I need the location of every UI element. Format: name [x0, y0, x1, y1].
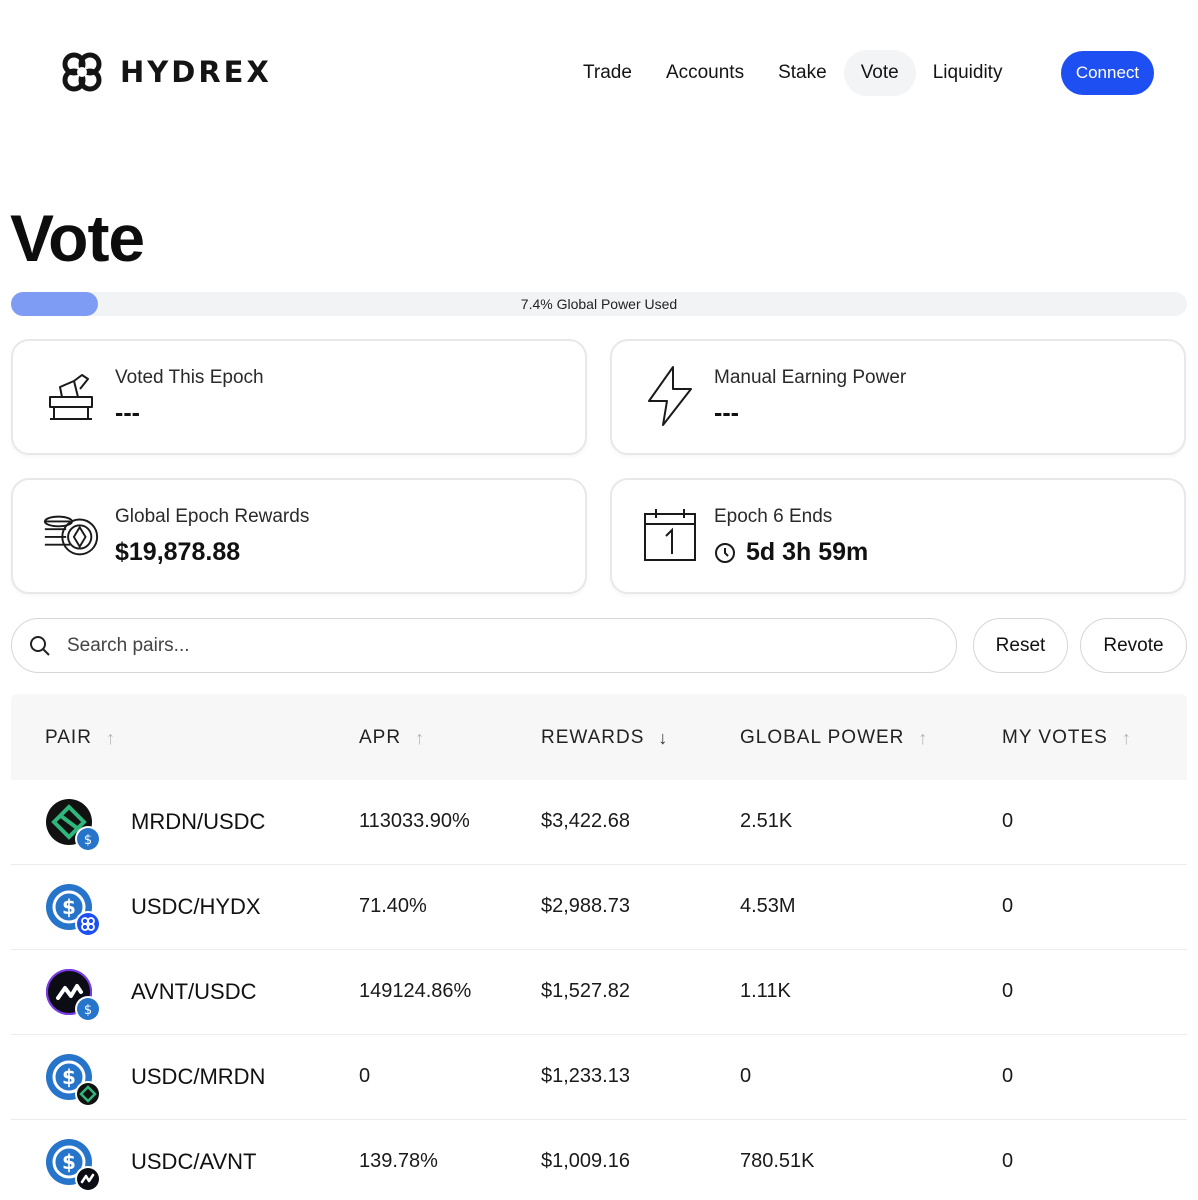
table-row[interactable]: $ USDC/AVNT 139.78% $1,009.16 780.51K 0: [11, 1120, 1187, 1200]
svg-text:$: $: [84, 1003, 92, 1018]
main-nav: Trade Accounts Stake Vote Liquidity: [566, 50, 1019, 96]
column-header-label: REWARDS: [541, 727, 645, 748]
global-power-value: 4.53M: [740, 895, 796, 917]
manual-earning-power-value: ---: [714, 399, 739, 427]
search-icon: [30, 636, 50, 656]
apr-value: 139.78%: [359, 1150, 438, 1172]
svg-text:$: $: [62, 895, 76, 919]
voted-this-epoch-label: Voted This Epoch: [115, 367, 264, 388]
table-row[interactable]: $ USDC/MRDN 0 $1,233.13 0 0: [11, 1035, 1187, 1120]
table-row[interactable]: $ AVNT/USDC 149124.86% $1,527.82 1.11K 0: [11, 950, 1187, 1035]
apr-value: 113033.90%: [359, 810, 470, 832]
epoch-countdown: 5d 3h 59m: [714, 538, 868, 567]
column-header-global-power[interactable]: GLOBAL POWER ↑: [740, 727, 928, 749]
apr-value: 149124.86%: [359, 980, 472, 1002]
column-header-pair[interactable]: PAIR ↑: [45, 727, 116, 749]
reset-button[interactable]: Reset: [973, 618, 1068, 673]
clock-icon: [715, 542, 735, 563]
rewards-value: $1,009.16: [541, 1150, 630, 1172]
svg-text:$: $: [62, 1150, 76, 1174]
nav-liquidity[interactable]: Liquidity: [916, 50, 1020, 96]
column-header-label: GLOBAL POWER: [740, 727, 905, 748]
sort-up-icon: ↑: [918, 727, 929, 748]
search-input[interactable]: [67, 627, 927, 665]
epoch-ends-label: Epoch 6 Ends: [714, 506, 833, 527]
pair-name: USDC/HYDX: [131, 894, 261, 919]
apr-value: 71.40%: [359, 895, 427, 917]
column-header-label: MY VOTES: [1002, 727, 1108, 748]
table-row[interactable]: $ USDC/HYDX 71.40% $2,988.73 4.53M 0: [11, 865, 1187, 950]
table-header: PAIR ↑ APR ↑ REWARDS ↓ GLOBAL POWER ↑ MY…: [11, 694, 1187, 780]
column-header-apr[interactable]: APR ↑: [359, 727, 425, 749]
sort-up-icon: ↑: [415, 727, 426, 748]
usdc-mrdn-token-icon: $: [46, 1054, 101, 1107]
my-votes-value: 0: [1002, 810, 1014, 832]
lightning-icon: [640, 363, 700, 429]
rewards-value: $2,988.73: [541, 895, 630, 917]
sort-down-icon: ↓: [658, 727, 669, 748]
logo[interactable]: HYDREX: [54, 44, 272, 100]
global-power-value: 2.51K: [740, 810, 793, 832]
hydrex-logo-icon: [62, 52, 102, 92]
search-bar: [11, 618, 957, 673]
usdc-avnt-token-icon: $: [46, 1139, 101, 1192]
usdc-hydx-token-icon: $: [46, 884, 101, 937]
pair-name: USDC/AVNT: [131, 1149, 257, 1174]
epoch-countdown-value: 5d 3h 59m: [746, 538, 869, 566]
svg-text:$: $: [84, 833, 92, 848]
page-title: Vote: [10, 201, 145, 275]
my-votes-value: 0: [1002, 1065, 1014, 1087]
apr-value: 0: [359, 1065, 371, 1087]
global-power-label: 7.4% Global Power Used: [520, 296, 678, 312]
nav-vote[interactable]: Vote: [843, 50, 916, 96]
voted-this-epoch-card: Voted This Epoch ---: [11, 339, 587, 455]
revote-button[interactable]: Revote: [1080, 618, 1187, 673]
epoch-ends-card: Epoch 6 Ends 5d 3h 59m: [610, 478, 1186, 594]
pair-name: USDC/MRDN: [131, 1064, 266, 1089]
manual-earning-power-card: Manual Earning Power ---: [610, 339, 1186, 455]
column-header-label: APR: [359, 727, 402, 748]
sort-up-icon: ↑: [1121, 727, 1132, 748]
logo-text: HYDREX: [120, 55, 272, 89]
nav-trade[interactable]: Trade: [566, 50, 649, 96]
mrdn-usdc-token-icon: $: [46, 799, 101, 852]
rewards-value: $3,422.68: [541, 810, 630, 832]
ballot-box-icon: [41, 363, 101, 429]
global-power-value: 0: [740, 1065, 752, 1087]
sort-up-icon: ↑: [105, 727, 116, 748]
my-votes-value: 0: [1002, 1150, 1014, 1172]
pair-name: AVNT/USDC: [131, 979, 257, 1004]
rewards-value: $1,527.82: [541, 980, 630, 1002]
column-header-rewards[interactable]: REWARDS ↓: [541, 727, 668, 749]
global-power-bar: 7.4% Global Power Used: [11, 292, 1187, 316]
table-row[interactable]: $ MRDN/USDC 113033.90% $3,422.68 2.51K 0: [11, 780, 1187, 865]
nav-accounts[interactable]: Accounts: [649, 50, 761, 96]
rewards-value: $1,233.13: [541, 1065, 630, 1087]
nav-stake[interactable]: Stake: [761, 50, 844, 96]
coins-icon: [41, 502, 101, 568]
global-power-value: 780.51K: [740, 1150, 815, 1172]
pair-name: MRDN/USDC: [131, 809, 266, 834]
connect-button[interactable]: Connect: [1061, 51, 1154, 95]
calendar-icon: [640, 502, 700, 568]
global-epoch-rewards-card: Global Epoch Rewards $19,878.88: [11, 478, 587, 594]
column-header-label: PAIR: [45, 727, 92, 748]
voted-this-epoch-value: ---: [115, 399, 140, 427]
global-epoch-rewards-label: Global Epoch Rewards: [115, 506, 310, 527]
global-epoch-rewards-value: $19,878.88: [115, 538, 241, 566]
avnt-usdc-token-icon: $: [46, 969, 101, 1022]
column-header-my-votes[interactable]: MY VOTES ↑: [1002, 727, 1132, 749]
my-votes-value: 0: [1002, 895, 1014, 917]
manual-earning-power-label: Manual Earning Power: [714, 367, 907, 388]
global-power-value: 1.11K: [740, 980, 791, 1002]
svg-text:$: $: [62, 1065, 76, 1089]
my-votes-value: 0: [1002, 980, 1014, 1002]
